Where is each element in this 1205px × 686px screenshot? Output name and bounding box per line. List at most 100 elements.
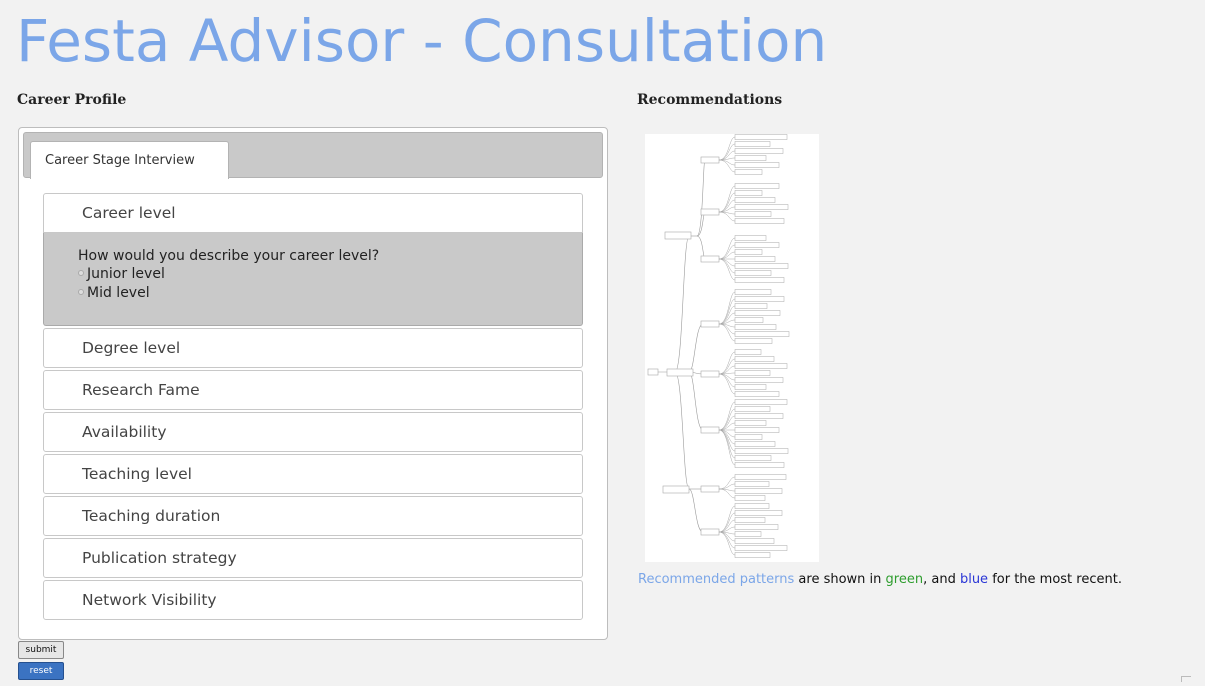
accordion-header-teaching-level[interactable]: Teaching level	[43, 454, 583, 494]
interview-accordion: Career level How would you describe your…	[43, 193, 583, 622]
tree-leaf-node	[734, 427, 780, 433]
tree-edge	[718, 531, 736, 556]
accordion-header-availability[interactable]: Availability	[43, 412, 583, 452]
recommendations-legend: Recommended patterns are shown in green,…	[638, 572, 1122, 587]
tree-leaf-node	[734, 399, 788, 405]
tree-leaf-node	[734, 242, 780, 248]
tree-leaf-node	[734, 552, 771, 558]
legend-green-word: green	[885, 572, 924, 587]
tree-leaf-node	[734, 462, 785, 468]
decision-tree-image	[645, 134, 819, 562]
tree-leaf-node	[734, 211, 772, 217]
tree-leaf-node	[734, 545, 788, 551]
tree-leaf-node	[734, 420, 767, 426]
tree-leaf-node	[734, 448, 789, 454]
tree-leaf-node	[734, 377, 784, 383]
tree-leaf-node	[734, 538, 775, 544]
tree-leaf-node	[734, 384, 767, 390]
tree-edge	[718, 351, 736, 375]
legend-text-3: for the most recent.	[988, 572, 1122, 587]
tree-leaf-node	[734, 197, 776, 203]
resize-grip-icon	[1181, 676, 1191, 682]
tree-leaf-node	[734, 296, 785, 302]
tree-leaf-node	[734, 356, 775, 362]
career-profile-heading: Career Profile	[17, 92, 127, 108]
tree-leaf-node	[734, 256, 776, 262]
tree-edge	[718, 157, 736, 161]
tree-leaf-node	[734, 141, 771, 147]
tree-leaf-node	[734, 303, 768, 309]
tree-edge	[718, 429, 736, 466]
accordion-header-publication-strategy[interactable]: Publication strategy	[43, 538, 583, 578]
accordion-header-degree-level[interactable]: Degree level	[43, 328, 583, 368]
tree-leaf-node	[734, 277, 785, 283]
tree-edge	[718, 429, 736, 459]
tree-edge	[718, 422, 736, 431]
tree-leaf-node	[734, 324, 777, 330]
tree-leaf-node	[734, 370, 771, 376]
reset-button[interactable]: reset	[18, 662, 64, 680]
tree-leaf-node	[734, 249, 763, 255]
career-profile-panel: Career Stage Interview Career level How …	[18, 127, 608, 640]
radio-junior-level[interactable]	[78, 270, 84, 276]
tree-leaf-node	[734, 481, 770, 487]
tree-edge	[718, 258, 736, 267]
tab-career-stage-interview[interactable]: Career Stage Interview	[30, 141, 229, 179]
tree-leaf-node	[734, 190, 763, 196]
recommended-patterns-link[interactable]: Recommended patterns	[638, 572, 794, 587]
career-level-content: How would you describe your career level…	[43, 233, 583, 326]
option-mid-level[interactable]: Mid level	[78, 284, 582, 303]
tree-edge	[718, 192, 736, 213]
tree-edge	[718, 373, 736, 395]
tree-leaf-node	[734, 235, 767, 241]
tree-edge	[718, 512, 736, 533]
radio-mid-level[interactable]	[78, 289, 84, 295]
tree-edge	[718, 373, 736, 381]
option-junior-label: Junior level	[87, 266, 165, 282]
accordion-header-career-level[interactable]: Career level	[43, 193, 583, 233]
tree-leaf-node	[734, 331, 790, 337]
legend-blue-word: blue	[959, 572, 989, 587]
tree-leaf-node	[734, 317, 764, 323]
tree-edge	[718, 211, 736, 222]
legend-text-2: , and	[923, 572, 960, 587]
tree-leaf-node	[734, 510, 783, 516]
tree-edge	[718, 237, 736, 260]
tree-leaf-node	[734, 134, 788, 140]
tree-leaf-node	[734, 148, 784, 154]
tree-leaf-node	[734, 434, 763, 440]
tree-leaf-node	[734, 338, 773, 344]
tab-bar: Career Stage Interview	[23, 132, 603, 179]
tree-leaf-node	[734, 363, 788, 369]
tree-edge	[718, 488, 736, 499]
tree-leaf-node	[734, 495, 766, 501]
accordion-header-research-fame[interactable]: Research Fame	[43, 370, 583, 410]
accordion-header-teaching-duration[interactable]: Teaching duration	[43, 496, 583, 536]
tree-leaf-node	[734, 406, 771, 412]
career-level-question: How would you describe your career level…	[78, 248, 380, 264]
submit-button[interactable]: submit	[18, 641, 64, 659]
option-junior-level[interactable]: Junior level	[78, 265, 582, 284]
recommendations-heading: Recommendations	[637, 92, 783, 108]
tree-leaf-node	[734, 488, 783, 494]
tree-leaf-node	[734, 474, 787, 480]
tree-leaf-node	[734, 503, 770, 509]
tree-leaf-node	[734, 204, 789, 210]
tree-leaf-node	[734, 218, 785, 224]
tree-edge	[718, 429, 736, 452]
tree-leaf-node	[734, 162, 780, 168]
tree-leaf-node	[734, 183, 780, 189]
page-title: Festa Advisor - Consultation	[16, 7, 828, 75]
tree-leaf-node	[734, 349, 762, 355]
tree-leaf-node	[734, 517, 766, 523]
tree-edge	[718, 258, 736, 281]
tree-leaf-node	[734, 441, 776, 447]
tree-leaf-node	[734, 391, 780, 397]
tree-leaf-node	[734, 169, 763, 175]
accordion-header-network-visibility[interactable]: Network Visibility	[43, 580, 583, 620]
tree-leaf-node	[734, 289, 772, 295]
tree-edge	[718, 291, 736, 325]
tree-leaf-node	[734, 270, 772, 276]
tree-leaf-node	[734, 263, 789, 269]
tree-leaf-node	[734, 531, 762, 537]
